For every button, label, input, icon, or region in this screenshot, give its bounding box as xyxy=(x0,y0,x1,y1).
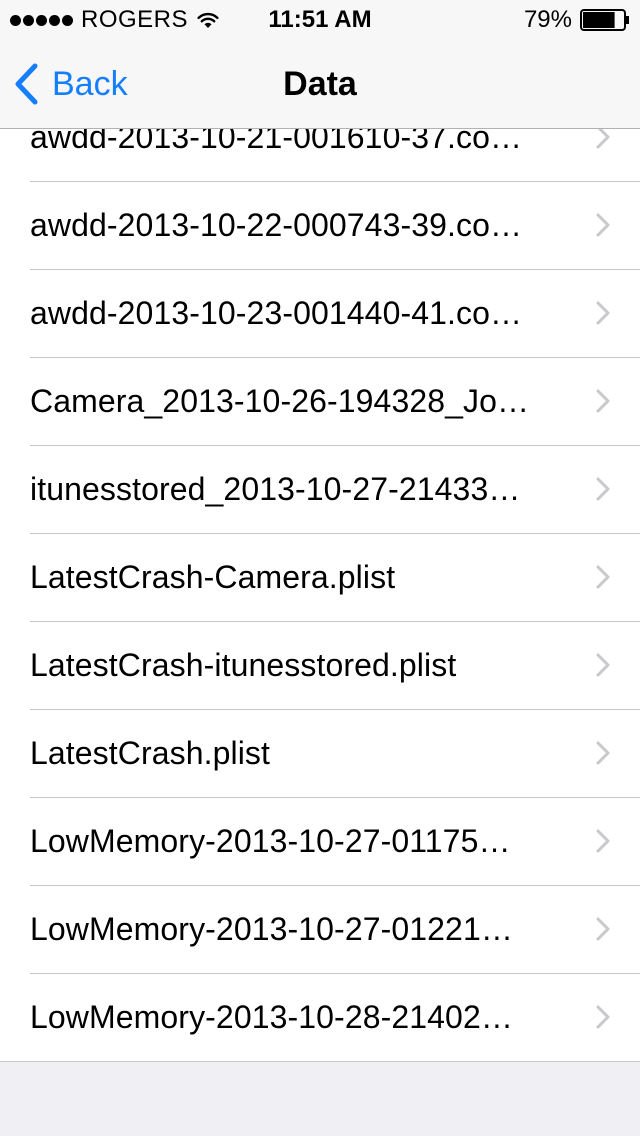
battery-percentage: 79% xyxy=(523,6,572,33)
list-item[interactable]: LatestCrash.plist xyxy=(0,709,640,797)
list-item[interactable]: LatestCrash-Camera.plist xyxy=(0,533,640,621)
list-item-label: LowMemory-2013-10-27-01175… xyxy=(30,823,511,859)
chevron-right-icon xyxy=(596,301,610,325)
battery-icon xyxy=(580,9,629,31)
file-list: awdd-2013-10-21-001610-37.co… awdd-2013-… xyxy=(0,93,640,1062)
chevron-right-icon xyxy=(596,213,610,237)
list-item-label: LatestCrash.plist xyxy=(30,735,271,771)
chevron-right-icon xyxy=(596,741,610,765)
list-item[interactable]: awdd-2013-10-22-000743-39.co… xyxy=(0,181,640,269)
page-title: Data xyxy=(283,65,357,103)
list-item[interactable]: LatestCrash-itunesstored.plist xyxy=(0,621,640,709)
list-item-label: itunesstored_2013-10-27-21433… xyxy=(30,471,521,507)
chevron-right-icon xyxy=(596,829,610,853)
list-item[interactable]: LowMemory-2013-10-28-21402… xyxy=(0,973,640,1061)
list-item-label: awdd-2013-10-23-001440-41.co… xyxy=(30,295,523,331)
chevron-right-icon xyxy=(596,1005,610,1029)
list-item-label: LatestCrash-itunesstored.plist xyxy=(30,647,457,683)
list-item-label: LowMemory-2013-10-27-01221… xyxy=(30,911,513,947)
chevron-right-icon xyxy=(596,389,610,413)
chevron-right-icon xyxy=(596,917,610,941)
list-item[interactable]: itunesstored_2013-10-27-21433… xyxy=(0,445,640,533)
list-item-label: LatestCrash-Camera.plist xyxy=(30,559,396,595)
chevron-right-icon xyxy=(596,653,610,677)
list-item-label: awdd-2013-10-22-000743-39.co… xyxy=(30,207,523,243)
list-item[interactable]: LowMemory-2013-10-27-01221… xyxy=(0,885,640,973)
status-bar: ROGERS 11:51 AM 79% xyxy=(0,0,640,40)
list-item[interactable]: Camera_2013-10-26-194328_Jo… xyxy=(0,357,640,445)
list-item[interactable]: awdd-2013-10-23-001440-41.co… xyxy=(0,269,640,357)
list-item[interactable]: LowMemory-2013-10-27-01175… xyxy=(0,797,640,885)
chevron-right-icon xyxy=(596,477,610,501)
list-item-label: Camera_2013-10-26-194328_Jo… xyxy=(30,383,530,419)
navigation-bar: Back Data xyxy=(0,40,640,129)
list-item-label: LowMemory-2013-10-28-21402… xyxy=(30,999,513,1035)
status-right: 79% xyxy=(524,6,630,34)
chevron-right-icon xyxy=(596,565,610,589)
